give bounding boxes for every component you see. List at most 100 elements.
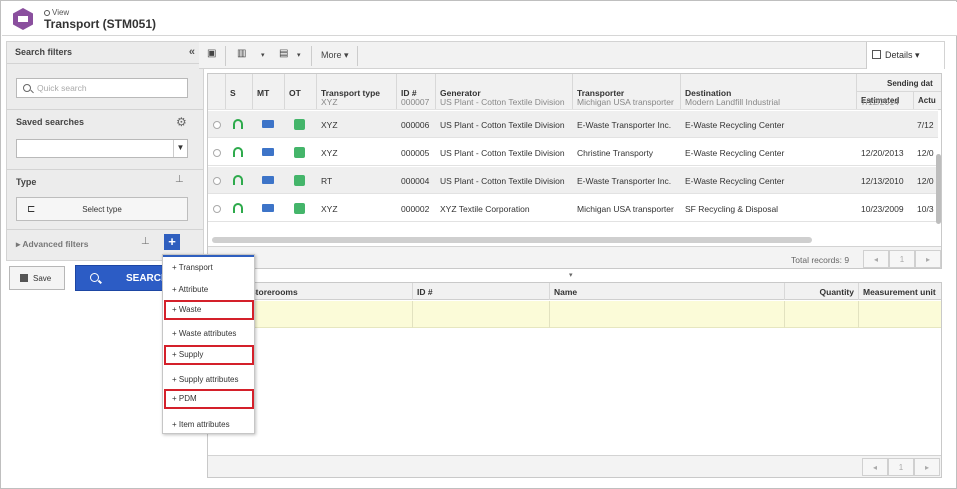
chevron-down-icon[interactable]: ▾ [297, 51, 301, 59]
cell-id: 000006 [401, 120, 430, 130]
grid-footer: ◂ 1 ▸ [208, 455, 941, 477]
gear-icon[interactable]: ⚙ [176, 115, 187, 129]
more-button[interactable]: More ▾ [321, 50, 349, 61]
search-filters-label: Search filters [15, 47, 73, 57]
table-row[interactable]: RT 000004 US Plant - Cotton Textile Divi… [208, 167, 938, 194]
column-header-quantity[interactable]: Quantity [785, 283, 859, 300]
search-icon [44, 10, 50, 16]
cell-type: XYZ [321, 204, 338, 214]
column-group-sending-date: Sending dat [857, 74, 941, 92]
select-type-button[interactable]: ⊏ Select type [16, 197, 188, 221]
column-header-id[interactable]: ID # [413, 283, 550, 300]
app-window: View Transport (STM051) Search filters «… [0, 0, 957, 489]
menu-item-supply[interactable]: + Supply [164, 345, 254, 365]
cell-id: 000004 [401, 176, 430, 186]
truck-icon [262, 176, 274, 184]
page-number[interactable]: 1 [888, 458, 914, 476]
saved-searches-select[interactable]: ▼ [16, 139, 188, 158]
menu-item-item-attributes[interactable]: + Item attributes [164, 415, 253, 435]
menu-item-attribute[interactable]: + Attribute [164, 280, 253, 300]
row-select-radio[interactable] [213, 121, 221, 129]
row-select-radio[interactable] [213, 149, 221, 157]
object-type-icon [294, 119, 305, 130]
next-page-button[interactable]: ▸ [914, 458, 940, 476]
column-header-measurement-unit[interactable]: Measurement unit [859, 283, 941, 300]
status-icon [233, 119, 243, 129]
cell-generator: US Plant - Cotton Textile Division [440, 97, 565, 107]
cell-type: XYZ [321, 148, 338, 158]
cell [550, 301, 785, 328]
add-filter-button[interactable]: + [164, 234, 180, 250]
table-row[interactable] [208, 301, 941, 328]
transport-grid: S MT OT Transport type ID # Generator Tr… [207, 73, 942, 269]
chevron-down-icon: ▼ [173, 140, 187, 157]
menu-item-waste[interactable]: + Waste [164, 300, 254, 320]
cell-actual: 12/0 [917, 176, 934, 186]
cell-id: 000002 [401, 204, 430, 214]
next-page-button[interactable]: ▸ [915, 250, 941, 268]
advanced-filters-toggle[interactable]: ▸ Advanced filters [16, 239, 88, 250]
cell-estimated: 12/13/2010 [861, 176, 904, 186]
search-filters-panel: Search filters « Quick search Saved sear… [6, 41, 204, 261]
cell-destination: E-Waste Recycling Center [685, 148, 785, 158]
chart-icon[interactable]: ▥ [237, 48, 246, 59]
cell-transporter: Christine Transporty [577, 148, 654, 158]
page-header: View Transport (STM051) [2, 2, 957, 36]
clear-filter-icon[interactable]: ⊥ [175, 174, 184, 185]
save-button[interactable]: Save [9, 266, 65, 290]
menu-item-transport[interactable]: + Transport [164, 258, 253, 278]
table-row[interactable]: XYZ 000002 XYZ Textile Corporation Michi… [208, 195, 938, 222]
horizontal-scrollbar[interactable] [212, 237, 812, 243]
cell-generator: US Plant - Cotton Textile Division [440, 148, 565, 158]
view-icon[interactable]: ▣ [207, 48, 216, 59]
cell-id: 000005 [401, 148, 430, 158]
cell-transporter: E-Waste Transporter Inc. [577, 120, 672, 130]
prev-page-button[interactable]: ◂ [862, 458, 888, 476]
menu-item-pdm[interactable]: + PDM [164, 389, 254, 409]
grid-icon [872, 50, 881, 59]
cell-generator: XYZ Textile Corporation [440, 204, 530, 214]
cell-actual: 12/0 [917, 148, 934, 158]
print-icon[interactable]: ▤ [279, 48, 288, 59]
cell-transporter: E-Waste Transporter Inc. [577, 176, 672, 186]
quick-search-input[interactable]: Quick search [16, 78, 188, 98]
divider [357, 46, 358, 66]
cell-destination: SF Recycling & Disposal [685, 204, 779, 214]
truck-icon [262, 120, 274, 128]
table-row[interactable]: XYZ 000006 US Plant - Cotton Textile Div… [208, 111, 938, 138]
table-row[interactable]: XYZ 000007 US Plant - Cotton Textile Div… [208, 96, 938, 110]
details-label: Details [885, 50, 913, 60]
cell [413, 301, 550, 328]
table-row[interactable]: XYZ 000005 US Plant - Cotton Textile Div… [208, 139, 938, 166]
cell-actual: 7/12 [917, 120, 934, 130]
cell-estimated: 7/12/2014 [861, 97, 899, 107]
row-select-radio[interactable] [213, 177, 221, 185]
row-select-radio[interactable] [213, 205, 221, 213]
cell-type: XYZ [321, 97, 338, 107]
cell-generator: US Plant - Cotton Textile Division [440, 120, 565, 130]
grid-toolbar: ▣ ▥ ▾ ▤ ▾ More ▾ Details ▾ [199, 41, 945, 69]
cell-transporter: Michigan USA transporter [577, 204, 674, 214]
splitter-handle[interactable]: ▾ [569, 271, 573, 279]
divider [311, 46, 312, 66]
menu-item-waste-attributes[interactable]: + Waste attributes [164, 324, 253, 344]
vertical-scrollbar[interactable] [936, 154, 941, 224]
column-header-name[interactable]: Name [550, 283, 785, 300]
tree-icon: ⊏ [27, 204, 36, 215]
page-number[interactable]: 1 [889, 250, 915, 268]
cell-type: RT [321, 176, 333, 186]
collapse-panel-icon[interactable]: « [189, 46, 195, 58]
clear-filter-icon[interactable]: ⊥ [141, 236, 150, 247]
object-type-icon [294, 203, 305, 214]
chevron-down-icon[interactable]: ▾ [261, 51, 265, 59]
status-icon [233, 175, 243, 185]
prev-page-button[interactable]: ◂ [863, 250, 889, 268]
cell-estimated: 12/20/2013 [861, 148, 904, 158]
details-button[interactable]: Details ▾ [866, 42, 944, 69]
search-button[interactable]: SEARCH [75, 265, 171, 291]
search-icon [90, 273, 99, 282]
page-title: Transport (STM051) [44, 17, 157, 31]
menu-item-supply-attributes[interactable]: + Supply attributes [164, 370, 253, 390]
cell-transporter: Michigan USA transporter [577, 97, 674, 107]
view-label: View [44, 8, 69, 17]
